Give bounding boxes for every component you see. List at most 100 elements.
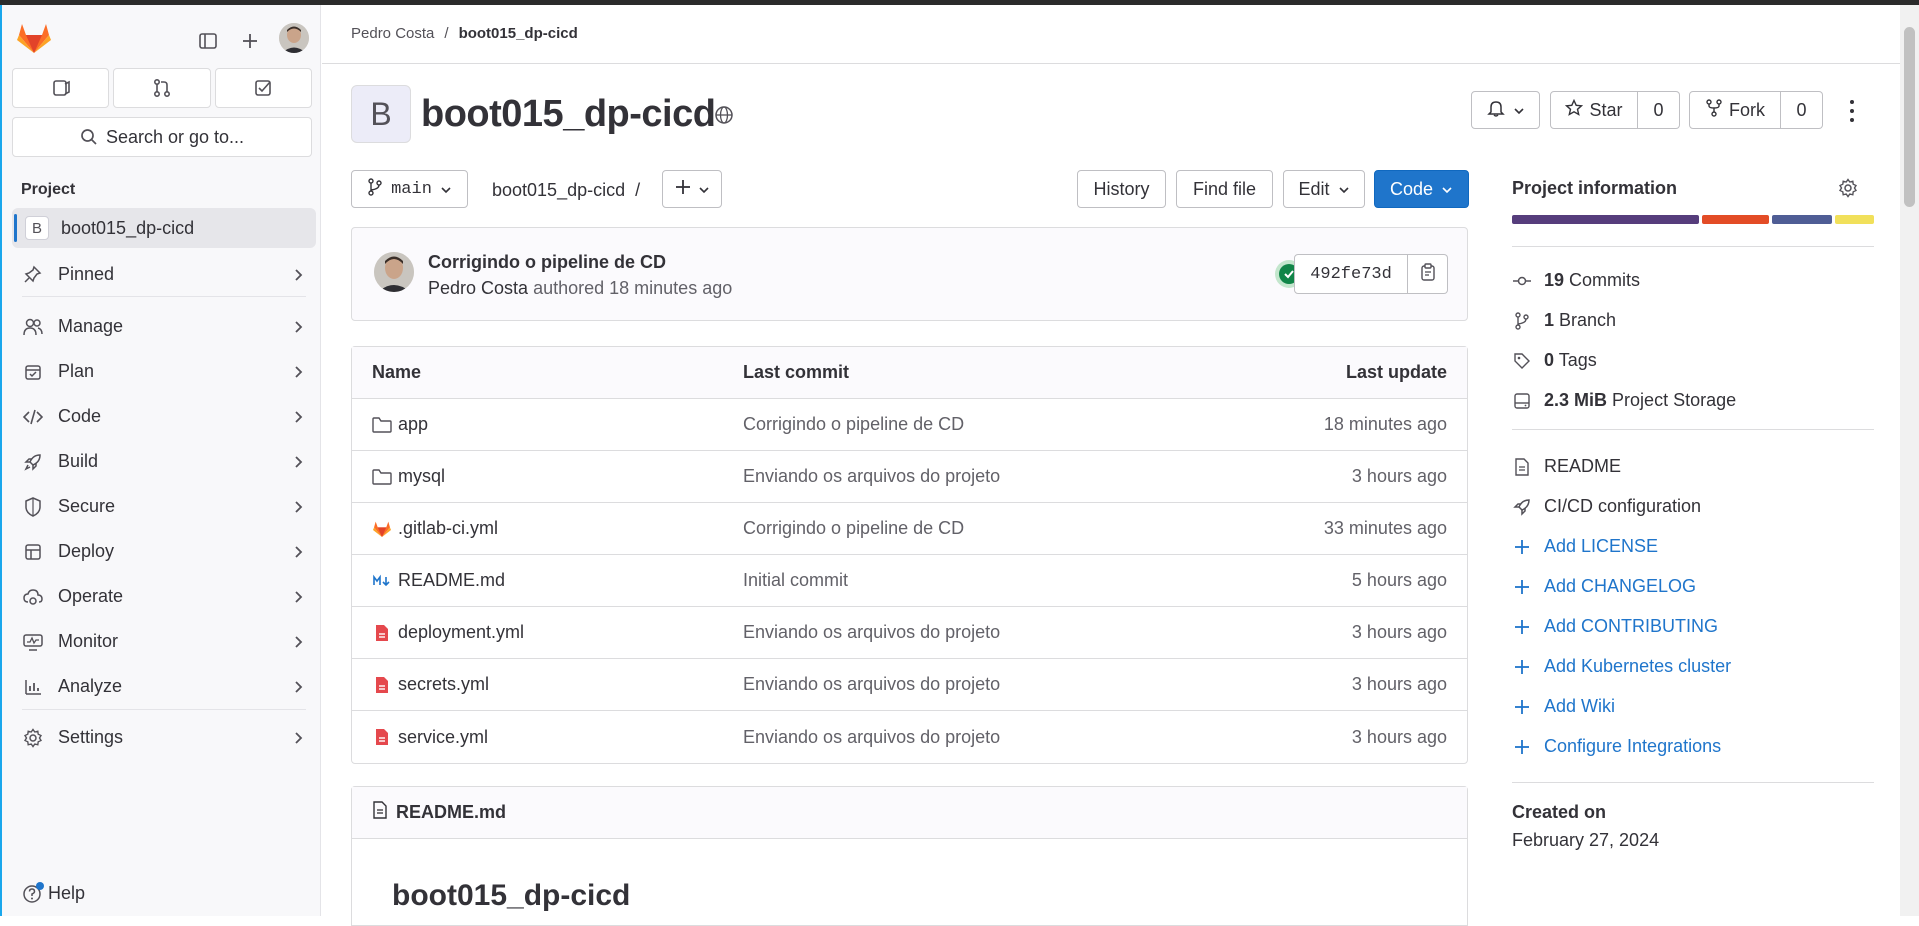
help-button[interactable]: Help: [22, 881, 85, 904]
gitlab-logo-icon[interactable]: [16, 21, 54, 55]
star-button[interactable]: Star: [1550, 91, 1638, 129]
repo-path[interactable]: boot015_dp-cicd /: [492, 180, 640, 201]
sidebar-item-operate[interactable]: Operate: [12, 574, 316, 619]
add-contributing-link[interactable]: Add CONTRIBUTING: [1512, 616, 1718, 637]
table-row[interactable]: deployment.yml Enviando os arquivos do p…: [352, 607, 1467, 659]
add-changelog-link[interactable]: Add CHANGELOG: [1512, 576, 1696, 597]
language-segment[interactable]: [1512, 215, 1699, 224]
toggle-sidebar-icon[interactable]: [194, 27, 222, 55]
commit-author-link[interactable]: Pedro Costa: [428, 278, 528, 298]
file-name-link[interactable]: deployment.yml: [398, 622, 524, 643]
language-segment[interactable]: [1702, 215, 1769, 224]
sidebar-divider: [22, 296, 306, 304]
commits-link[interactable]: 19 Commits: [1512, 270, 1640, 291]
file-commit-link[interactable]: Corrigindo o pipeline de CD: [743, 518, 964, 539]
branches-link[interactable]: 1 Branch: [1512, 310, 1616, 331]
file-name-link[interactable]: service.yml: [398, 727, 488, 748]
table-row[interactable]: README.md Initial commit 5 hours ago: [352, 555, 1467, 607]
add-wiki-link[interactable]: Add Wiki: [1512, 696, 1615, 717]
cicd-config-link[interactable]: CI/CD configuration: [1512, 496, 1701, 517]
breadcrumb-parent-link[interactable]: Pedro Costa: [351, 25, 434, 42]
sidebar-project-link[interactable]: B boot015_dp-cicd: [12, 208, 316, 248]
sidebar-item-monitor[interactable]: Monitor: [12, 619, 316, 664]
chart-icon: [22, 676, 44, 698]
copy-sha-button[interactable]: [1408, 254, 1448, 294]
configure-integrations-label: Configure Integrations: [1544, 736, 1722, 756]
commit-author-avatar[interactable]: [374, 252, 414, 292]
fork-button[interactable]: Fork: [1689, 91, 1781, 129]
tags-link[interactable]: 0 Tags: [1512, 350, 1597, 371]
sidebar-quick-tabs: [12, 68, 312, 108]
readme-filename-link[interactable]: README.md: [396, 802, 506, 823]
file-name-link[interactable]: app: [398, 414, 428, 435]
sidebar-item-pinned[interactable]: Pinned: [12, 252, 316, 296]
edit-dropdown[interactable]: Edit: [1283, 170, 1365, 208]
issues-tab[interactable]: [12, 68, 110, 108]
merge-requests-tab[interactable]: [113, 68, 211, 108]
more-actions-icon[interactable]: [1842, 97, 1862, 125]
file-commit-link[interactable]: Enviando os arquivos do projeto: [743, 674, 1000, 695]
sidebar-item-analyze[interactable]: Analyze: [12, 664, 316, 709]
readme-link[interactable]: README: [1512, 456, 1621, 477]
commit-meta: Pedro Costa authored 18 minutes ago: [428, 278, 732, 299]
gear-icon[interactable]: [1838, 178, 1858, 203]
notification-dropdown[interactable]: [1471, 91, 1540, 129]
sidebar-item-build[interactable]: Build: [12, 439, 316, 484]
repository-languages-bar[interactable]: [1512, 215, 1874, 224]
storage-link[interactable]: 2.3 MiB Project Storage: [1512, 390, 1736, 411]
add-kubernetes-link[interactable]: Add Kubernetes cluster: [1512, 656, 1731, 677]
plus-icon[interactable]: [236, 27, 264, 55]
cicd-config-label: CI/CD configuration: [1544, 496, 1702, 516]
todos-tab[interactable]: [214, 68, 312, 108]
sidebar-item-label: Operate: [58, 586, 124, 606]
search-button[interactable]: Search or go to...: [12, 117, 312, 157]
sidebar-item-secure[interactable]: Secure: [12, 484, 316, 529]
file-name-link[interactable]: secrets.yml: [398, 674, 489, 695]
breadcrumb-current-link[interactable]: boot015_dp-cicd: [459, 25, 578, 42]
add-file-dropdown[interactable]: [662, 170, 722, 208]
star-button-group: Star 0: [1550, 91, 1680, 129]
file-commit-link[interactable]: Initial commit: [743, 570, 848, 591]
add-wiki-label: Add Wiki: [1544, 696, 1616, 716]
scrollbar-thumb[interactable]: [1904, 27, 1915, 207]
sidebar-item-deploy[interactable]: Deploy: [12, 529, 316, 574]
fork-count[interactable]: 0: [1781, 91, 1823, 129]
chevron-down-icon: [698, 179, 710, 200]
language-segment[interactable]: [1835, 215, 1874, 224]
commit-sha-button[interactable]: 492fe73d: [1294, 254, 1408, 294]
user-avatar[interactable]: [279, 23, 309, 53]
commit-title-link[interactable]: Corrigindo o pipeline de CD: [428, 252, 666, 273]
branch-dropdown[interactable]: main: [351, 170, 468, 208]
code-dropdown[interactable]: Code: [1374, 170, 1469, 208]
file-name-link[interactable]: .gitlab-ci.yml: [398, 518, 498, 539]
sidebar-item-plan[interactable]: Plan: [12, 349, 316, 394]
file-name-link[interactable]: README.md: [398, 570, 505, 591]
find-file-button[interactable]: Find file: [1176, 170, 1273, 208]
file-name-link[interactable]: mysql: [398, 466, 445, 487]
last-commit-panel: Corrigindo o pipeline de CD Pedro Costa …: [351, 227, 1468, 321]
table-row[interactable]: secrets.yml Enviando os arquivos do proj…: [352, 659, 1467, 711]
file-updated: 3 hours ago: [1351, 466, 1447, 486]
configure-integrations-link[interactable]: Configure Integrations: [1512, 736, 1721, 757]
file-commit-link[interactable]: Enviando os arquivos do projeto: [743, 727, 1000, 748]
file-commit-link[interactable]: Enviando os arquivos do projeto: [743, 622, 1000, 643]
sidebar-item-settings[interactable]: Settings: [12, 715, 316, 760]
language-segment[interactable]: [1772, 215, 1832, 224]
page-scrollbar[interactable]: [1900, 5, 1919, 916]
table-row[interactable]: app Corrigindo o pipeline de CD 18 minut…: [352, 399, 1467, 451]
add-license-link[interactable]: Add LICENSE: [1512, 536, 1658, 557]
sidebar-item-manage[interactable]: Manage: [12, 304, 316, 349]
table-row[interactable]: mysql Enviando os arquivos do projeto 3 …: [352, 451, 1467, 503]
file-updated: 3 hours ago: [1351, 674, 1447, 694]
file-commit-link[interactable]: Corrigindo o pipeline de CD: [743, 414, 964, 435]
fork-label: Fork: [1729, 99, 1765, 120]
star-count[interactable]: 0: [1638, 91, 1680, 129]
markdown-icon: [372, 571, 392, 591]
sidebar-item-code[interactable]: Code: [12, 394, 316, 439]
history-button[interactable]: History: [1077, 170, 1166, 208]
table-row[interactable]: service.yml Enviando os arquivos do proj…: [352, 711, 1467, 763]
copy-icon: [1420, 262, 1436, 286]
yaml-file-icon: [372, 727, 392, 747]
table-row[interactable]: .gitlab-ci.yml Corrigindo o pipeline de …: [352, 503, 1467, 555]
file-commit-link[interactable]: Enviando os arquivos do projeto: [743, 466, 1000, 487]
